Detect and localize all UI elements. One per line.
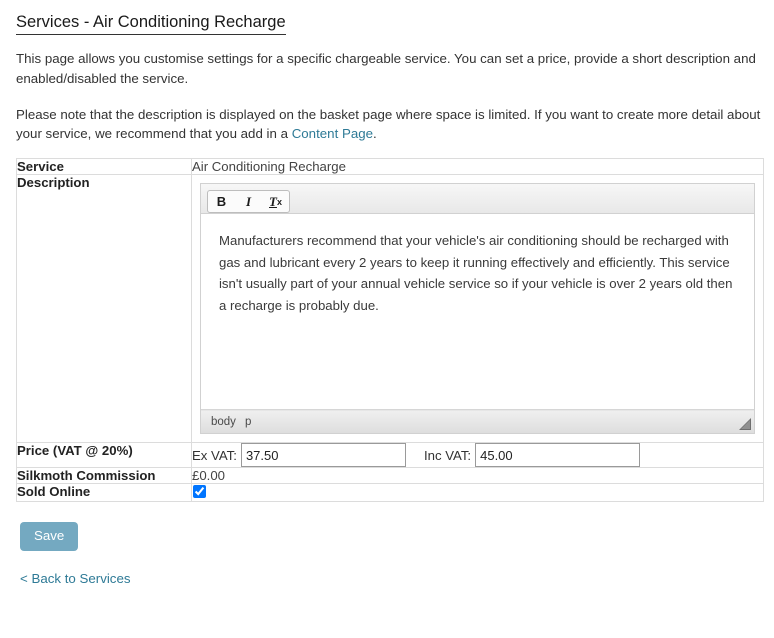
ex-vat-input[interactable] [240, 443, 406, 468]
label-silkmoth-commission: Silkmoth Commission [16, 467, 192, 485]
page-title: Services - Air Conditioning Recharge [16, 12, 286, 35]
label-sold-online: Sold Online [16, 483, 192, 503]
sold-online-cell [191, 483, 764, 503]
intro-paragraph-2: Please note that the description is disp… [16, 105, 762, 145]
label-inc-vat: Inc VAT: [423, 447, 472, 463]
page-container: Services - Air Conditioning Recharge Thi… [0, 0, 774, 586]
save-button-container: Save [20, 522, 762, 551]
description-editor-cell: B I Tx Manufacturers recommend that your… [191, 174, 764, 444]
back-link-container: < Back to Services [20, 571, 762, 586]
editor-status-bar: body p [201, 410, 754, 434]
price-fields-cell: Ex VAT: Inc VAT: [191, 442, 764, 469]
italic-icon[interactable]: I [235, 191, 262, 212]
bold-icon[interactable]: B [208, 191, 235, 212]
service-settings-table: Service Air Conditioning Recharge Descri… [16, 158, 764, 503]
intro-paragraph-2-text-before: Please note that the description is disp… [16, 106, 761, 142]
table-row-commission: Silkmoth Commission £0.00 [16, 467, 764, 485]
rich-text-editor[interactable]: B I Tx Manufacturers recommend that your… [200, 183, 755, 435]
remove-format-icon[interactable]: Tx [262, 191, 289, 212]
editor-paragraph: Manufacturers recommend that your vehicl… [219, 233, 733, 313]
intro-paragraph-1: This page allows you customise settings … [16, 50, 756, 86]
content-page-link[interactable]: Content Page [292, 126, 373, 141]
value-silkmoth-commission: £0.00 [191, 467, 764, 485]
editor-content-area[interactable]: Manufacturers recommend that your vehicl… [201, 214, 754, 411]
remove-format-t-glyph: T [269, 193, 277, 209]
element-path-body[interactable]: body [211, 416, 236, 428]
resize-grip-handle[interactable] [739, 418, 751, 431]
label-service: Service [16, 158, 192, 176]
price-field-row: Ex VAT: Inc VAT: [192, 443, 763, 468]
inc-vat-input[interactable] [475, 443, 641, 468]
label-ex-vat: Ex VAT: [192, 447, 237, 463]
label-description: Description [16, 174, 192, 444]
sold-online-checkbox[interactable] [193, 485, 206, 499]
table-row-description: Description B I Tx Manufacturers recomme… [16, 174, 764, 444]
value-service-name: Air Conditioning Recharge [191, 158, 764, 176]
label-price: Price (VAT @ 20%) [16, 442, 192, 469]
remove-format-x-glyph: x [276, 196, 282, 207]
table-row-service: Service Air Conditioning Recharge [16, 158, 764, 176]
table-row-sold-online: Sold Online [16, 483, 764, 503]
back-to-services-link[interactable]: < Back to Services [20, 571, 131, 586]
element-path-p[interactable]: p [245, 416, 251, 428]
editor-toolbar-group: B I Tx [207, 190, 290, 214]
editor-toolbar: B I Tx [201, 184, 754, 215]
save-button[interactable]: Save [20, 522, 79, 551]
table-row-price: Price (VAT @ 20%) Ex VAT: Inc VAT: [16, 442, 764, 469]
intro-paragraph-2-text-after: . [373, 126, 377, 142]
